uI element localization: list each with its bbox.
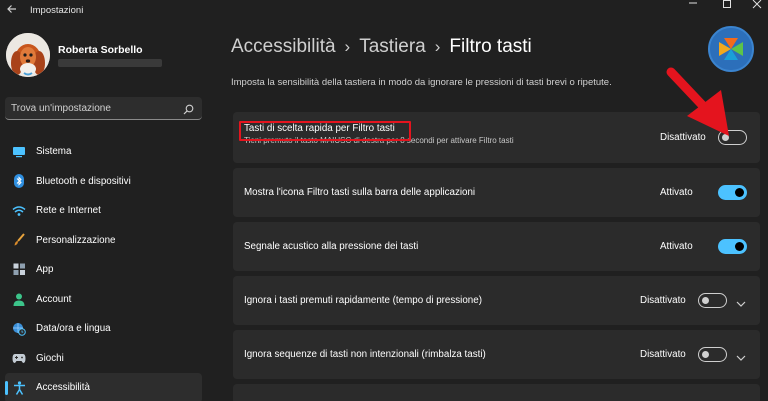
sidebar-item-label: Rete e Internet xyxy=(36,205,101,217)
breadcrumb: Accessibilità › Tastiera › Filtro tasti xyxy=(231,36,532,58)
setting-slow-keys-card[interactable]: Ignora i tasti premuti rapidamente (temp… xyxy=(233,276,760,325)
sidebar-item-bluetooth[interactable]: Bluetooth e dispositivi xyxy=(5,167,202,197)
toggle-knob xyxy=(735,188,744,197)
window-title: Impostazioni xyxy=(30,5,84,16)
setting-beep-card: Segnale acustico alla pressione dei tast… xyxy=(233,222,760,271)
apps-icon xyxy=(12,263,26,277)
toggle-state-label: Attivato xyxy=(660,187,693,198)
toggle-knob xyxy=(735,242,744,251)
sidebar-item-accessibilita[interactable]: Accessibilità xyxy=(5,373,202,401)
title-bar: Impostazioni xyxy=(0,0,768,22)
setting-next-card xyxy=(233,384,760,401)
sidebar-item-sistema[interactable]: Sistema xyxy=(5,137,202,167)
sidebar-item-label: Personalizzazione xyxy=(36,234,116,246)
annotation-highlight-box xyxy=(239,121,411,141)
setting-label: Mostra l'icona Filtro tasti sulla barra … xyxy=(244,187,476,198)
search-icon[interactable] xyxy=(183,102,194,115)
breadcrumb-accessibilita[interactable]: Accessibilità xyxy=(231,36,336,57)
close-button[interactable] xyxy=(742,0,768,12)
sidebar-item-label: App xyxy=(36,264,54,276)
page-title: Filtro tasti xyxy=(449,36,532,57)
sidebar-item-label: Data/ora e lingua xyxy=(36,323,111,335)
sidebar-nav: Sistema Bluetooth e dispositivi Rete e I… xyxy=(5,137,202,401)
chevron-down-icon[interactable] xyxy=(736,296,746,307)
setting-label: Ignora sequenze di tasti non intenzional… xyxy=(244,349,486,360)
slow-keys-toggle[interactable] xyxy=(698,293,727,308)
bluetooth-icon xyxy=(12,174,26,189)
person-icon xyxy=(12,292,26,306)
gamepad-icon xyxy=(12,351,26,365)
maximize-button[interactable] xyxy=(712,0,742,12)
setting-bounce-keys-card[interactable]: Ignora sequenze di tasti non intenzional… xyxy=(233,330,760,379)
monitor-icon xyxy=(12,145,26,159)
toggle-state-label: Disattivato xyxy=(640,349,686,360)
toggle-knob xyxy=(702,351,709,358)
user-name: Roberta Sorbello xyxy=(58,44,143,56)
sidebar-item-label: Accessibilità xyxy=(36,382,90,394)
beep-toggle[interactable] xyxy=(718,239,747,254)
taskbar-icon-toggle[interactable] xyxy=(718,185,747,200)
toggle-state-label: Disattivato xyxy=(640,295,686,306)
sidebar-item-label: Account xyxy=(36,293,72,305)
sidebar-item-giochi[interactable]: Giochi xyxy=(5,344,202,374)
setting-label: Ignora i tasti premuti rapidamente (temp… xyxy=(244,295,482,306)
avatar[interactable] xyxy=(6,33,50,77)
sidebar-item-label: Giochi xyxy=(36,352,64,364)
sidebar-item-account[interactable]: Account xyxy=(5,285,202,315)
accessibility-icon xyxy=(12,381,26,395)
wifi-icon xyxy=(12,204,26,218)
page-description: Imposta la sensibilità della tastiera in… xyxy=(231,77,612,88)
sidebar-item-personalizzazione[interactable]: Personalizzazione xyxy=(5,226,202,256)
sidebar-item-label: Bluetooth e dispositivi xyxy=(36,175,131,187)
brush-icon xyxy=(12,233,26,247)
setting-label: Segnale acustico alla pressione dei tast… xyxy=(244,241,419,252)
sidebar-item-app[interactable]: App xyxy=(5,255,202,285)
sidebar-item-rete[interactable]: Rete e Internet xyxy=(5,196,202,226)
sidebar-item-data-ora[interactable]: Data/ora e lingua xyxy=(5,314,202,344)
globe-clock-icon xyxy=(12,322,26,336)
breadcrumb-tastiera[interactable]: Tastiera xyxy=(359,36,426,57)
search-input[interactable] xyxy=(11,99,181,117)
user-email-redacted xyxy=(58,59,162,67)
bounce-keys-toggle[interactable] xyxy=(698,347,727,362)
chevron-down-icon[interactable] xyxy=(736,350,746,361)
annotation-arrow-icon xyxy=(666,67,729,136)
search-box[interactable] xyxy=(5,97,202,120)
breadcrumb-separator: › xyxy=(434,37,441,56)
toggle-knob xyxy=(702,297,709,304)
back-arrow-icon[interactable] xyxy=(4,3,20,19)
breadcrumb-separator: › xyxy=(344,37,351,56)
setting-taskbar-icon-card: Mostra l'icona Filtro tasti sulla barra … xyxy=(233,168,760,217)
minimize-button[interactable] xyxy=(678,0,708,12)
toggle-state-label: Attivato xyxy=(660,241,693,252)
sidebar-item-label: Sistema xyxy=(36,146,72,158)
